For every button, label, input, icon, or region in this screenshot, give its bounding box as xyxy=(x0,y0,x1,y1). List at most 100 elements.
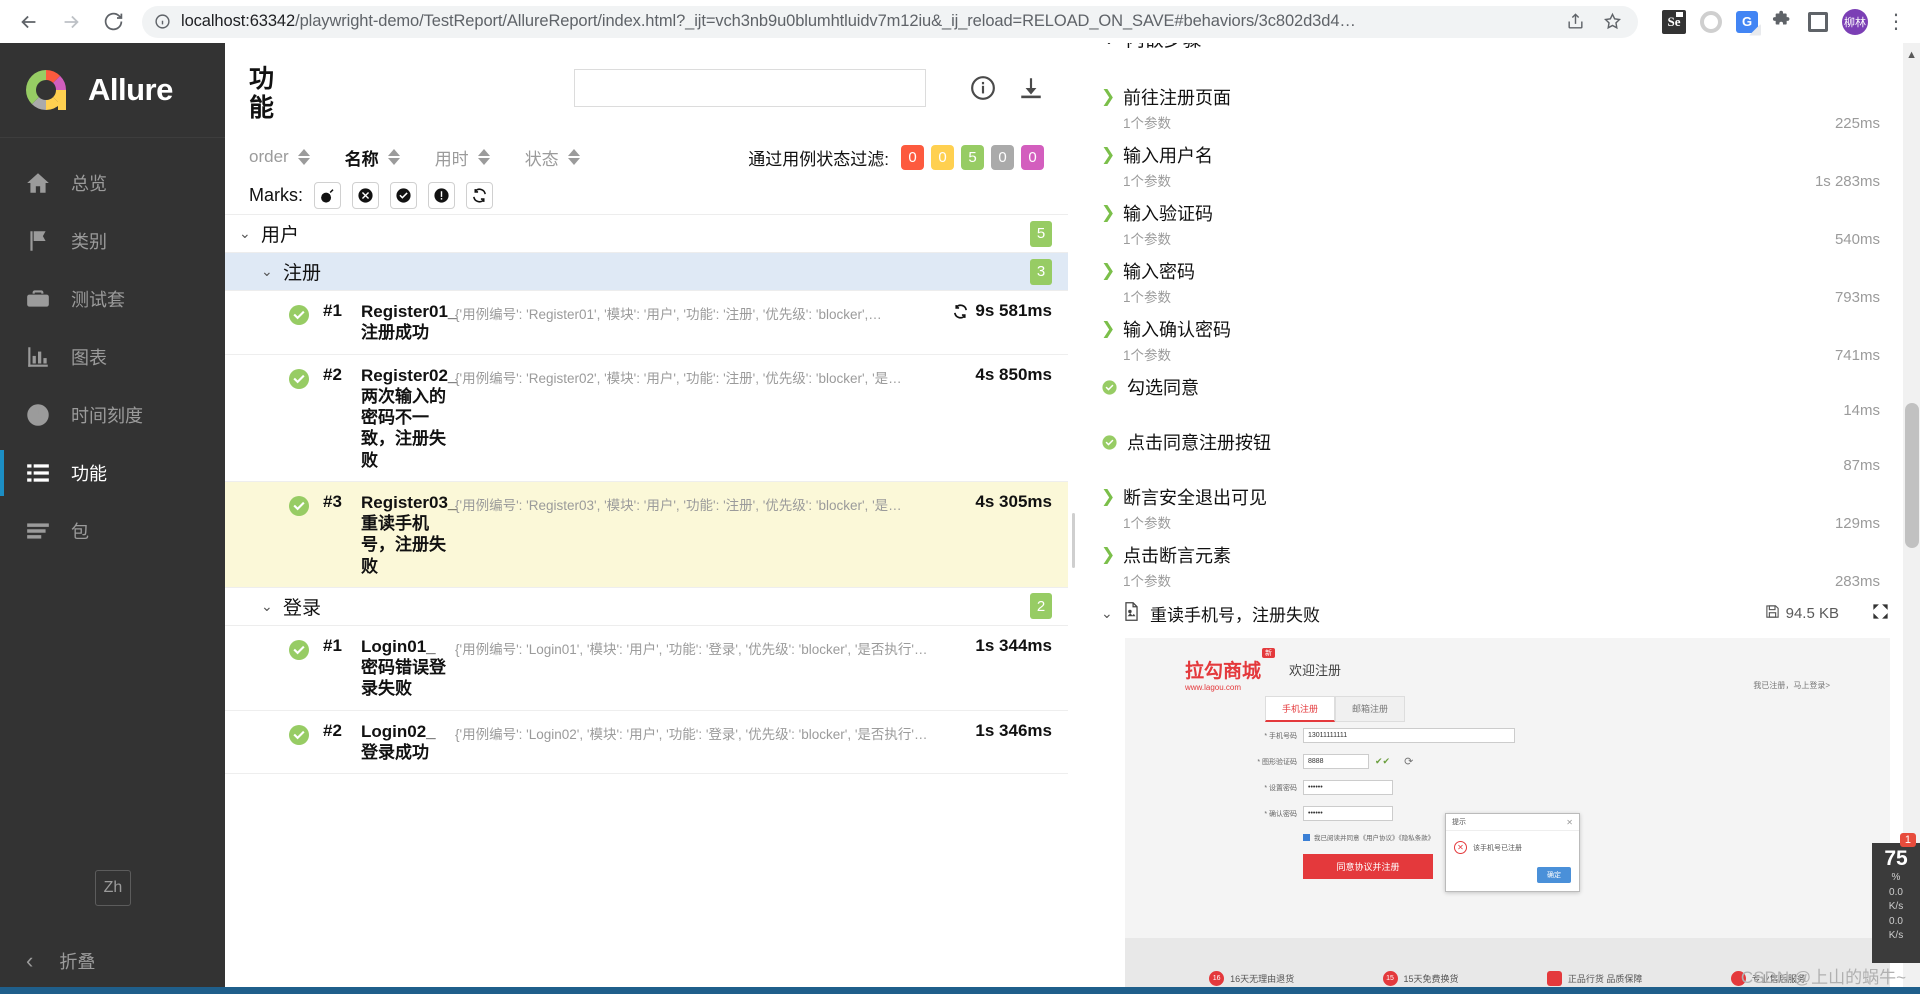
status-badge-skipped[interactable]: 0 xyxy=(991,144,1014,170)
step-item[interactable]: ❯ 点击断言元素 1个参数 283ms xyxy=(1077,537,1920,595)
download-icon[interactable] xyxy=(1018,75,1044,101)
retry-mark-icon[interactable] xyxy=(466,181,493,209)
step-item[interactable]: ❯ 输入用户名 1个参数 1s 283ms xyxy=(1077,137,1920,195)
pane-resize-handle[interactable] xyxy=(1068,43,1077,994)
preview-refresh-icon[interactable]: ⟳ xyxy=(1404,755,1413,768)
collapse-sidebar-button[interactable]: ‹ 折叠 xyxy=(0,938,225,983)
back-button[interactable] xyxy=(10,3,48,41)
sidebar-item-overview[interactable]: 总览 xyxy=(0,154,225,212)
google-translate-icon[interactable]: G xyxy=(1736,10,1758,33)
status-badge-unknown[interactable]: 0 xyxy=(1021,144,1044,170)
step-item[interactable]: ❯ 断言安全退出可见 1个参数 129ms xyxy=(1077,479,1920,537)
preview-submit-button[interactable]: 同意协议并注册 xyxy=(1303,854,1433,879)
passed-mark-icon[interactable] xyxy=(390,181,417,209)
sort-status[interactable]: 状态 xyxy=(525,145,580,170)
reload-button[interactable] xyxy=(94,3,132,41)
step-item[interactable]: ❯ 输入验证码 1个参数 540ms xyxy=(1077,195,1920,253)
brand-row[interactable]: Allure xyxy=(0,43,225,138)
search-input[interactable] xyxy=(575,70,925,106)
tree-group-login[interactable]: ⌄ 登录 2 xyxy=(225,587,1068,626)
bookmark-star-icon[interactable] xyxy=(1599,12,1626,31)
chevron-right-icon[interactable]: ❯ xyxy=(1101,87,1115,107)
test-description: {'用例编号': 'Register01', '模块': '用户', '功能':… xyxy=(455,307,882,322)
kebab-menu-icon[interactable]: ⋮ xyxy=(1882,12,1910,32)
sort-name[interactable]: 名称 xyxy=(345,145,400,170)
sort-order[interactable]: order xyxy=(249,147,310,167)
error-icon: ✕ xyxy=(1454,841,1467,854)
status-badge-passed[interactable]: 5 xyxy=(961,144,984,170)
chevron-right-icon[interactable]: ❯ xyxy=(1101,261,1115,281)
attachment-preview[interactable]: 拉勾商城 www.lagou.com 新 欢迎注册 我已注册，马上登录> 手机注… xyxy=(1125,638,1890,994)
sidebar-item-behaviors[interactable]: 功能 xyxy=(0,444,225,502)
table-row[interactable]: #2 Login02_ 登录成功 {'用例编号': 'Login02', '模块'… xyxy=(225,711,1068,774)
chevron-right-icon[interactable]: ❯ xyxy=(1101,145,1115,165)
avatar[interactable]: 柳林 xyxy=(1842,8,1868,35)
preview-field-value[interactable]: 13011111111 xyxy=(1303,728,1515,743)
chevron-down-icon[interactable]: ⌄ xyxy=(1101,605,1113,622)
extensions-puzzle-icon[interactable] xyxy=(1772,8,1794,35)
attachment-row[interactable]: ⌄ 重读手机号，注册失败 94.5 KB xyxy=(1077,595,1920,632)
broken-mark-icon[interactable] xyxy=(352,181,379,209)
footer-badge: 16 xyxy=(1209,970,1225,986)
failed-mark-icon[interactable] xyxy=(428,181,455,209)
step-item[interactable]: ❯ 输入密码 1个参数 793ms xyxy=(1077,253,1920,311)
lines-icon xyxy=(24,518,51,545)
table-row[interactable]: #1 Login01_ 密码错误登录失败 {'用例编号': 'Login01', … xyxy=(225,626,1068,711)
test-duration: 9s 581ms xyxy=(952,301,1052,321)
step-item[interactable]: 点击同意注册按钮 87ms xyxy=(1077,424,1920,479)
sidebar: Allure 总览 类别 测试套 图表 时间刻度 功能 包 Zh ‹ 折叠 xyxy=(0,43,225,994)
table-row[interactable]: #3 Register03_ 重读手机号，注册失败 {'用例编号': 'Regis… xyxy=(225,481,1068,588)
table-row[interactable]: #1 Register01_ 注册成功 {'用例编号': 'Register01'… xyxy=(225,291,1068,355)
selenium-ide-icon[interactable]: Se xyxy=(1662,9,1686,34)
chevron-down-icon: ⌄ xyxy=(261,263,273,279)
test-duration: 4s 305ms xyxy=(975,492,1052,512)
scroll-up-arrow[interactable]: ▲ xyxy=(1906,49,1917,61)
chevron-right-icon[interactable]: ❯ xyxy=(1101,487,1115,507)
expand-icon[interactable] xyxy=(1871,602,1890,626)
scroll-thumb[interactable] xyxy=(1905,403,1919,548)
sidebar-item-categories[interactable]: 类别 xyxy=(0,212,225,270)
tree-group-register[interactable]: ⌄ 注册 3 xyxy=(225,253,1068,291)
status-filter-label: 通过用例状态过滤: xyxy=(748,149,889,169)
address-bar[interactable]: localhost:63342/playwright-demo/TestRepo… xyxy=(142,5,1638,38)
preview-dialog-ok-button[interactable]: 确定 xyxy=(1537,867,1571,883)
sort-duration[interactable]: 用时 xyxy=(435,145,490,170)
step-header: 勾选同意 xyxy=(1101,374,1880,400)
ring-extension-icon[interactable] xyxy=(1700,10,1722,33)
sidebar-item-suites[interactable]: 测试套 xyxy=(0,270,225,328)
preview-tab-phone[interactable]: 手机注册 xyxy=(1265,696,1336,722)
forward-button[interactable] xyxy=(52,3,90,41)
sidebar-item-graphs[interactable]: 图表 xyxy=(0,328,225,386)
language-badge[interactable]: Zh xyxy=(95,870,131,906)
tree-group-user[interactable]: ⌄ 用户 5 xyxy=(225,215,1068,253)
sidebar-label-suites: 测试套 xyxy=(71,290,125,310)
sidebar-item-packages[interactable]: 包 xyxy=(0,502,225,560)
flaky-mark-icon[interactable] xyxy=(314,181,341,209)
step-item[interactable]: 勾选同意 14ms xyxy=(1077,369,1920,424)
chevron-right-icon[interactable]: ❯ xyxy=(1101,203,1115,223)
status-badge-failed[interactable]: 0 xyxy=(901,144,924,170)
chevron-right-icon[interactable]: ❯ xyxy=(1101,545,1115,565)
test-name: Login01_ 密码错误登录失败 xyxy=(361,636,449,700)
share-icon[interactable] xyxy=(1562,12,1589,31)
step-item[interactable]: ❯ 前往注册页面 1个参数 225ms xyxy=(1077,79,1920,137)
search-input-wrapper[interactable] xyxy=(574,69,926,107)
preview-field-value[interactable]: •••••• xyxy=(1303,806,1393,821)
preview-field-value[interactable]: •••••• xyxy=(1303,780,1393,795)
preview-tab-email[interactable]: 邮箱注册 xyxy=(1335,696,1406,722)
sidepanel-icon[interactable] xyxy=(1808,11,1828,32)
step-item[interactable]: ❯ 输入确认密码 1个参数 741ms xyxy=(1077,311,1920,369)
sidebar-label-overview: 总览 xyxy=(71,174,107,194)
site-info-icon[interactable] xyxy=(154,13,171,30)
table-row[interactable]: #2 Register02_ 两次输入的密码不一致，注册失败 {'用例编号': '… xyxy=(225,355,1068,482)
preview-site-badge: 新 xyxy=(1262,648,1276,658)
network-speed-widget[interactable]: 1 75 % 0.0 K/s 0.0 K/s xyxy=(1872,833,1920,963)
preview-field-value[interactable]: 8888 xyxy=(1303,754,1369,769)
sidebar-item-timeline[interactable]: 时间刻度 xyxy=(0,386,225,444)
briefcase-icon xyxy=(24,286,51,313)
chevron-right-icon[interactable]: ❯ xyxy=(1101,319,1115,339)
close-icon[interactable]: ✕ xyxy=(1566,818,1573,827)
status-badge-broken[interactable]: 0 xyxy=(931,144,954,170)
preview-agree-checkbox[interactable] xyxy=(1303,833,1310,841)
info-icon[interactable] xyxy=(970,75,996,101)
